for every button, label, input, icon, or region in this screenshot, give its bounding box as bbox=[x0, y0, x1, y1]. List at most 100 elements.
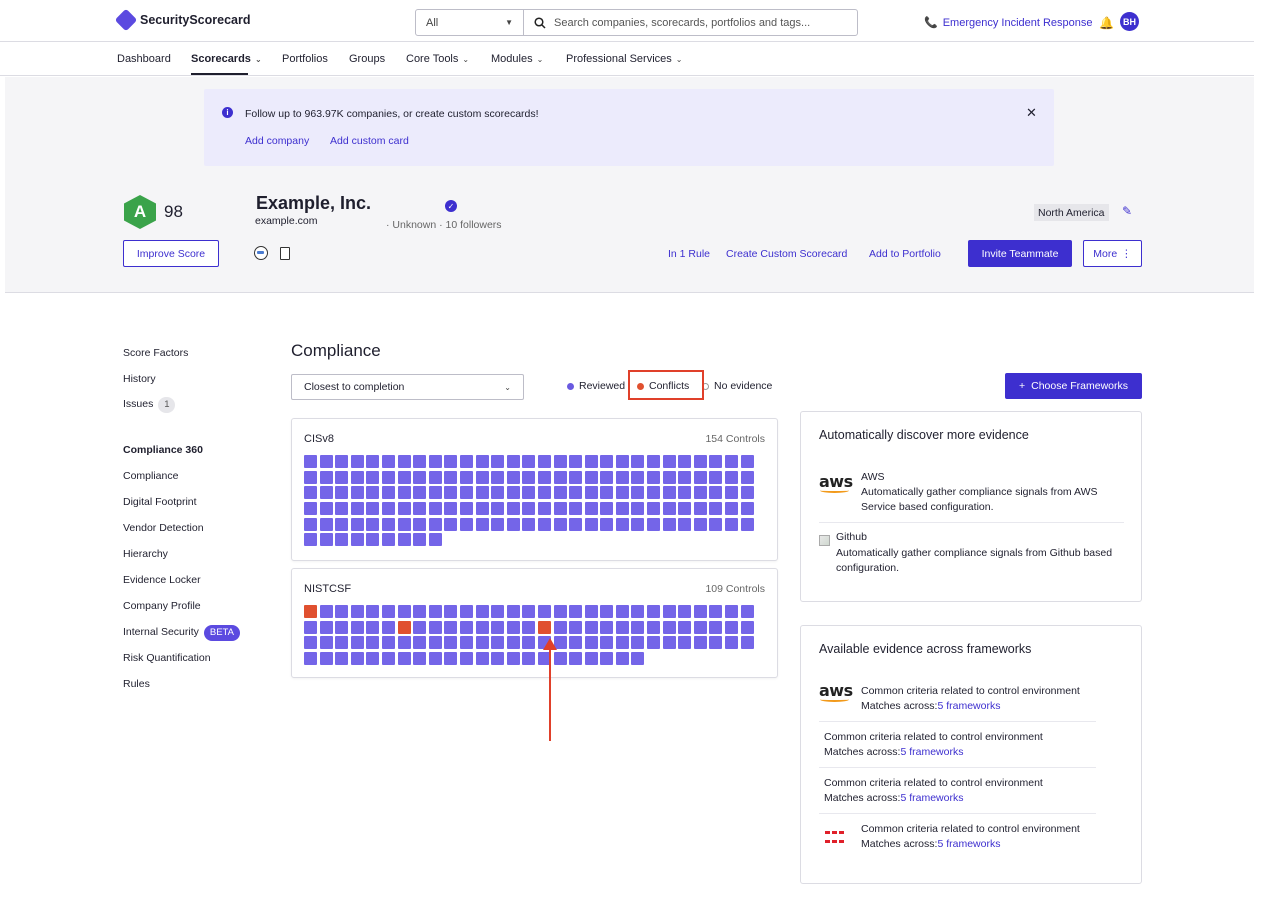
control-square-reviewed[interactable] bbox=[569, 517, 583, 531]
control-square-reviewed[interactable] bbox=[304, 533, 317, 547]
control-square-reviewed[interactable] bbox=[444, 517, 458, 531]
control-square-reviewed[interactable] bbox=[678, 455, 692, 468]
control-square-reviewed[interactable] bbox=[304, 620, 317, 634]
control-square-reviewed[interactable] bbox=[335, 470, 349, 484]
company-domain[interactable]: example.com bbox=[255, 215, 317, 227]
control-square-reviewed[interactable] bbox=[522, 620, 536, 634]
control-square-reviewed[interactable] bbox=[631, 620, 645, 634]
search-scope-select[interactable]: All ▼ bbox=[416, 10, 524, 35]
control-square-reviewed[interactable] bbox=[397, 533, 411, 547]
control-square-reviewed[interactable] bbox=[397, 652, 411, 666]
control-square-reviewed[interactable] bbox=[366, 470, 380, 484]
control-square-reviewed[interactable] bbox=[459, 652, 473, 666]
control-square-reviewed[interactable] bbox=[569, 455, 583, 468]
control-square-reviewed[interactable] bbox=[319, 636, 333, 650]
control-square-reviewed[interactable] bbox=[475, 470, 489, 484]
control-square-reviewed[interactable] bbox=[506, 470, 520, 484]
control-square-reviewed[interactable] bbox=[553, 517, 567, 531]
control-square-reviewed[interactable] bbox=[506, 502, 520, 516]
choose-frameworks-button[interactable]: + Choose Frameworks bbox=[1005, 373, 1142, 399]
control-square-reviewed[interactable] bbox=[304, 652, 317, 666]
control-square-reviewed[interactable] bbox=[615, 502, 629, 516]
control-square-reviewed[interactable] bbox=[662, 502, 676, 516]
aws-integration-link[interactable]: AWS bbox=[861, 470, 885, 485]
control-square-reviewed[interactable] bbox=[553, 620, 567, 634]
add-custom-card-link[interactable]: Add custom card bbox=[330, 135, 409, 147]
control-square-reviewed[interactable] bbox=[647, 502, 661, 516]
sidebar-item-company-profile[interactable]: Company Profile bbox=[123, 600, 201, 612]
control-square-reviewed[interactable] bbox=[631, 502, 645, 516]
control-square-reviewed[interactable] bbox=[428, 605, 442, 618]
control-square-reviewed[interactable] bbox=[537, 517, 551, 531]
control-square-reviewed[interactable] bbox=[740, 620, 754, 634]
control-square-reviewed[interactable] bbox=[491, 517, 505, 531]
control-square-reviewed[interactable] bbox=[350, 620, 364, 634]
control-square-reviewed[interactable] bbox=[709, 636, 723, 650]
control-square-reviewed[interactable] bbox=[413, 455, 427, 468]
control-square-reviewed[interactable] bbox=[725, 517, 739, 531]
control-square-reviewed[interactable] bbox=[584, 652, 598, 666]
control-square-reviewed[interactable] bbox=[709, 502, 723, 516]
control-square-reviewed[interactable] bbox=[444, 605, 458, 618]
control-square-reviewed[interactable] bbox=[475, 502, 489, 516]
control-square-reviewed[interactable] bbox=[335, 620, 349, 634]
control-square-reviewed[interactable] bbox=[569, 620, 583, 634]
control-square-reviewed[interactable] bbox=[491, 620, 505, 634]
control-square-reviewed[interactable] bbox=[709, 455, 723, 468]
control-square-reviewed[interactable] bbox=[304, 517, 317, 531]
search-input[interactable]: Search companies, scorecards, portfolios… bbox=[524, 10, 857, 35]
emergency-incident-link[interactable]: 📞 Emergency Incident Response bbox=[924, 16, 1093, 30]
control-square-reviewed[interactable] bbox=[475, 605, 489, 618]
control-square-reviewed[interactable] bbox=[428, 486, 442, 500]
control-square-reviewed[interactable] bbox=[381, 652, 395, 666]
control-square-reviewed[interactable] bbox=[725, 620, 739, 634]
control-square-reviewed[interactable] bbox=[600, 517, 614, 531]
sidebar-item-compliance[interactable]: Compliance bbox=[123, 470, 178, 482]
control-square-reviewed[interactable] bbox=[350, 486, 364, 500]
control-square-reviewed[interactable] bbox=[647, 605, 661, 618]
control-square-reviewed[interactable] bbox=[459, 605, 473, 618]
control-square-reviewed[interactable] bbox=[335, 455, 349, 468]
control-square-reviewed[interactable] bbox=[413, 502, 427, 516]
control-square-reviewed[interactable] bbox=[319, 486, 333, 500]
control-square-reviewed[interactable] bbox=[740, 502, 754, 516]
add-company-link[interactable]: Add company bbox=[245, 135, 309, 147]
control-square-reviewed[interactable] bbox=[522, 652, 536, 666]
control-square-reviewed[interactable] bbox=[662, 486, 676, 500]
control-square-reviewed[interactable] bbox=[319, 502, 333, 516]
control-square-reviewed[interactable] bbox=[678, 486, 692, 500]
control-square-reviewed[interactable] bbox=[506, 605, 520, 618]
control-square-reviewed[interactable] bbox=[506, 652, 520, 666]
control-square-reviewed[interactable] bbox=[537, 605, 551, 618]
matches-frameworks-link[interactable]: 5 frameworks bbox=[937, 700, 1000, 712]
control-square-reviewed[interactable] bbox=[335, 533, 349, 547]
control-square-conflict[interactable] bbox=[304, 605, 317, 618]
control-square-reviewed[interactable] bbox=[428, 533, 442, 547]
control-square-reviewed[interactable] bbox=[397, 486, 411, 500]
control-square-reviewed[interactable] bbox=[366, 620, 380, 634]
matches-frameworks-link[interactable]: 5 frameworks bbox=[937, 838, 1000, 850]
control-square-reviewed[interactable] bbox=[537, 470, 551, 484]
control-square-reviewed[interactable] bbox=[522, 605, 536, 618]
brand-logo[interactable]: SecurityScorecard bbox=[114, 8, 250, 32]
control-square-reviewed[interactable] bbox=[631, 470, 645, 484]
control-square-reviewed[interactable] bbox=[553, 652, 567, 666]
sidebar-item-issues[interactable]: Issues 1 bbox=[123, 397, 176, 413]
sidebar-item-risk-quantification[interactable]: Risk Quantification bbox=[123, 652, 211, 664]
control-square-reviewed[interactable] bbox=[569, 486, 583, 500]
control-square-reviewed[interactable] bbox=[678, 636, 692, 650]
control-square-reviewed[interactable] bbox=[522, 636, 536, 650]
control-square-reviewed[interactable] bbox=[537, 455, 551, 468]
control-square-reviewed[interactable] bbox=[553, 605, 567, 618]
control-square-reviewed[interactable] bbox=[662, 605, 676, 618]
control-square-reviewed[interactable] bbox=[506, 620, 520, 634]
control-square-reviewed[interactable] bbox=[600, 652, 614, 666]
control-square-reviewed[interactable] bbox=[553, 486, 567, 500]
control-square-reviewed[interactable] bbox=[335, 502, 349, 516]
bell-icon[interactable]: 🔔 bbox=[1099, 16, 1114, 30]
evidence-title-link[interactable]: Common criteria related to control envir… bbox=[824, 776, 1043, 791]
evidence-title-link[interactable]: Common criteria related to control envir… bbox=[824, 730, 1043, 745]
control-square-reviewed[interactable] bbox=[506, 486, 520, 500]
sidebar-item-rules[interactable]: Rules bbox=[123, 678, 150, 690]
control-square-reviewed[interactable] bbox=[397, 636, 411, 650]
